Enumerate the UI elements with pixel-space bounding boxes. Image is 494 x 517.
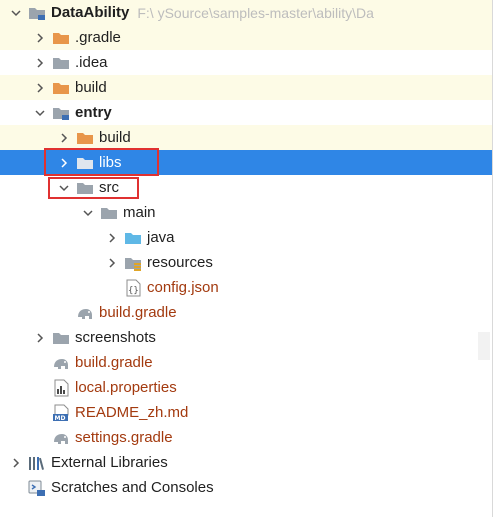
libraries-icon: [28, 454, 46, 472]
properties-file-icon: [52, 379, 70, 397]
chevron-right-icon[interactable]: [56, 130, 72, 146]
module-folder-icon: [28, 4, 46, 22]
resources-folder-icon: [124, 254, 142, 272]
tree-row-idea-folder[interactable]: .idea: [0, 50, 492, 75]
tree-row-scratches-consoles[interactable]: Scratches and Consoles: [0, 475, 492, 500]
tree-row-resources-folder[interactable]: resources: [0, 250, 492, 275]
tree-row-entry-build-folder[interactable]: build: [0, 125, 492, 150]
tree-row-config-json[interactable]: {} config.json: [0, 275, 492, 300]
tree-row-dataability[interactable]: DataAbility F:\ ySource\samples-master\a…: [0, 0, 492, 25]
folder-icon: [100, 204, 118, 222]
chevron-right-icon[interactable]: [32, 55, 48, 71]
tree-item-label: screenshots: [75, 329, 156, 346]
gradle-elephant-icon: [52, 429, 70, 447]
tree-row-java-folder[interactable]: java: [0, 225, 492, 250]
chevron-down-icon[interactable]: [8, 5, 24, 21]
markdown-file-icon: MD: [52, 404, 70, 422]
gradle-elephant-icon: [52, 354, 70, 372]
gradle-elephant-icon: [76, 304, 94, 322]
project-tree-panel: DataAbility F:\ ySource\samples-master\a…: [0, 0, 493, 517]
folder-icon: [76, 129, 94, 147]
tree-row-settings-gradle[interactable]: settings.gradle: [0, 425, 492, 450]
tree-row-build-folder[interactable]: build: [0, 75, 492, 100]
tree-row-entry-build-gradle[interactable]: build.gradle: [0, 300, 492, 325]
tree-item-label: build.gradle: [99, 304, 177, 321]
tree-item-label: config.json: [147, 279, 219, 296]
tree-item-label: build.gradle: [75, 354, 153, 371]
tree-item-label: settings.gradle: [75, 429, 173, 446]
tree-item-label: .idea: [75, 54, 108, 71]
chevron-right-icon[interactable]: [8, 455, 24, 471]
chevron-down-icon[interactable]: [80, 205, 96, 221]
tree-row-gradle-folder[interactable]: .gradle: [0, 25, 492, 50]
tree-row-entry-module[interactable]: entry: [0, 100, 492, 125]
tree-item-label: DataAbility: [51, 4, 130, 21]
tree-item-label: Scratches and Consoles: [51, 479, 214, 496]
highlight-box-src: [48, 177, 139, 199]
chevron-right-icon[interactable]: [104, 230, 120, 246]
tree-item-label: External Libraries: [51, 454, 168, 471]
folder-icon: [52, 29, 70, 47]
json-file-icon: {}: [124, 279, 142, 297]
folder-icon: [52, 54, 70, 72]
tree-row-screenshots-folder[interactable]: screenshots: [0, 325, 492, 350]
scratches-icon: [28, 479, 46, 497]
tree-row-local-properties[interactable]: local.properties: [0, 375, 492, 400]
tree-item-label: java: [147, 229, 175, 246]
tree-row-root-build-gradle[interactable]: build.gradle: [0, 350, 492, 375]
tree-row-readme[interactable]: MD README_zh.md: [0, 400, 492, 425]
chevron-right-icon[interactable]: [32, 30, 48, 46]
folder-icon: [52, 79, 70, 97]
tree-item-label: README_zh.md: [75, 404, 189, 421]
chevron-right-icon[interactable]: [32, 330, 48, 346]
tree-item-label: build: [75, 79, 107, 96]
tree-row-main-folder[interactable]: main: [0, 200, 492, 225]
tree-item-label: main: [123, 204, 156, 221]
chevron-right-icon[interactable]: [104, 255, 120, 271]
tree-item-label: resources: [147, 254, 213, 271]
tree-item-label: entry: [75, 104, 112, 121]
folder-icon: [52, 329, 70, 347]
source-folder-icon: [124, 229, 142, 247]
scrollbar-track[interactable]: [478, 332, 490, 360]
tree-item-label: local.properties: [75, 379, 177, 396]
tree-item-label: build: [99, 129, 131, 146]
svg-text:MD: MD: [55, 415, 66, 422]
project-path-text: F:\ ySource\samples-master\ability\Da: [137, 4, 374, 21]
highlight-box-libs: [44, 148, 159, 176]
tree-row-external-libraries[interactable]: External Libraries: [0, 450, 492, 475]
chevron-right-icon[interactable]: [32, 80, 48, 96]
svg-text:{}: {}: [128, 286, 139, 296]
module-folder-icon: [52, 104, 70, 122]
tree-item-label: .gradle: [75, 29, 121, 46]
chevron-down-icon[interactable]: [32, 105, 48, 121]
